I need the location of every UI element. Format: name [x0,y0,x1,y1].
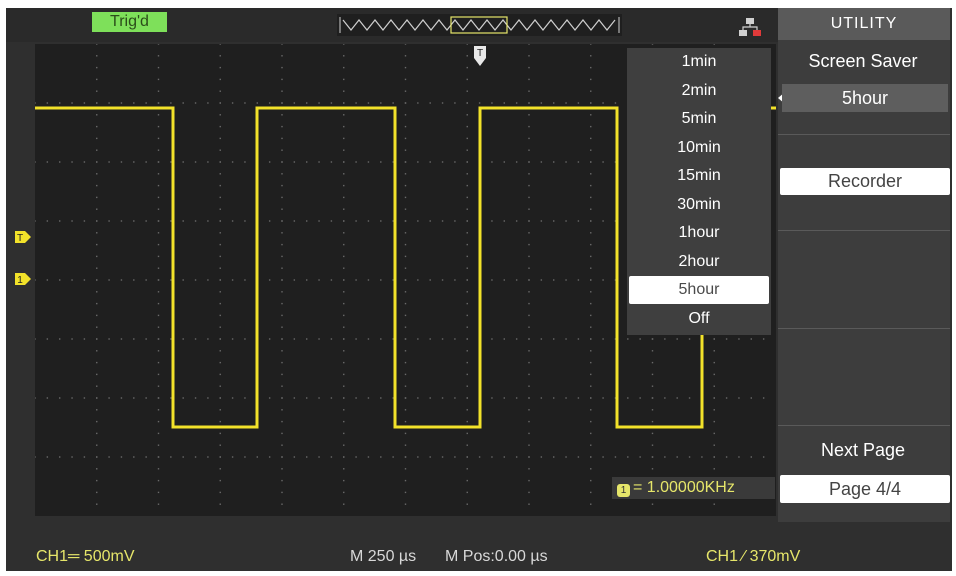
trigger-status-badge: Trig'd [92,12,167,32]
svg-text:T: T [17,233,23,244]
frequency-value: = 1.00000KHz [633,479,735,496]
channel-1-ground-marker[interactable]: 1 [14,272,32,286]
horizontal-position-readout: M Pos:0.00 µs [445,548,548,565]
page-indicator[interactable]: Page 4/4 [780,475,950,503]
dropdown-option[interactable]: 15min [627,162,771,190]
dropdown-option[interactable]: 10min [627,134,771,162]
trigger-level-marker[interactable]: T [14,230,32,244]
menu-divider [778,328,950,329]
menu-divider [778,134,950,135]
ch1-scale-readout: CH1═ 500mV [36,548,135,565]
screen-saver-label[interactable]: Screen Saver [778,46,948,76]
svg-text:1: 1 [17,275,23,286]
screen-saver-value[interactable]: 5hour [782,84,948,112]
menu-divider [778,230,950,231]
trigger-readout: CH1 ∕ 370mV [706,548,801,565]
dropdown-option[interactable]: 5min [627,105,771,133]
frequency-readout: 1 = 1.00000KHz [612,477,775,499]
dropdown-option[interactable]: 1hour [627,219,771,247]
dropdown-option[interactable]: 30min [627,191,771,219]
recorder-button[interactable]: Recorder [780,168,950,195]
svg-text:T: T [477,48,483,59]
dropdown-option[interactable]: 5hour [629,276,769,304]
dropdown-option[interactable]: 1min [627,48,771,76]
dropdown-option[interactable]: Off [627,305,771,333]
trigger-position-marker[interactable]: T [473,45,487,67]
timebase-readout: M 250 µs [350,548,417,565]
dropdown-option[interactable]: 2min [627,77,771,105]
waveform-overview-strip [337,14,622,36]
channel-1-badge: 1 [617,484,630,497]
network-icon [739,18,761,36]
dropdown-option[interactable]: 2hour [627,248,771,276]
next-page-button[interactable]: Next Page [778,436,948,464]
menu-divider [778,425,950,426]
menu-title: UTILITY [778,8,950,40]
